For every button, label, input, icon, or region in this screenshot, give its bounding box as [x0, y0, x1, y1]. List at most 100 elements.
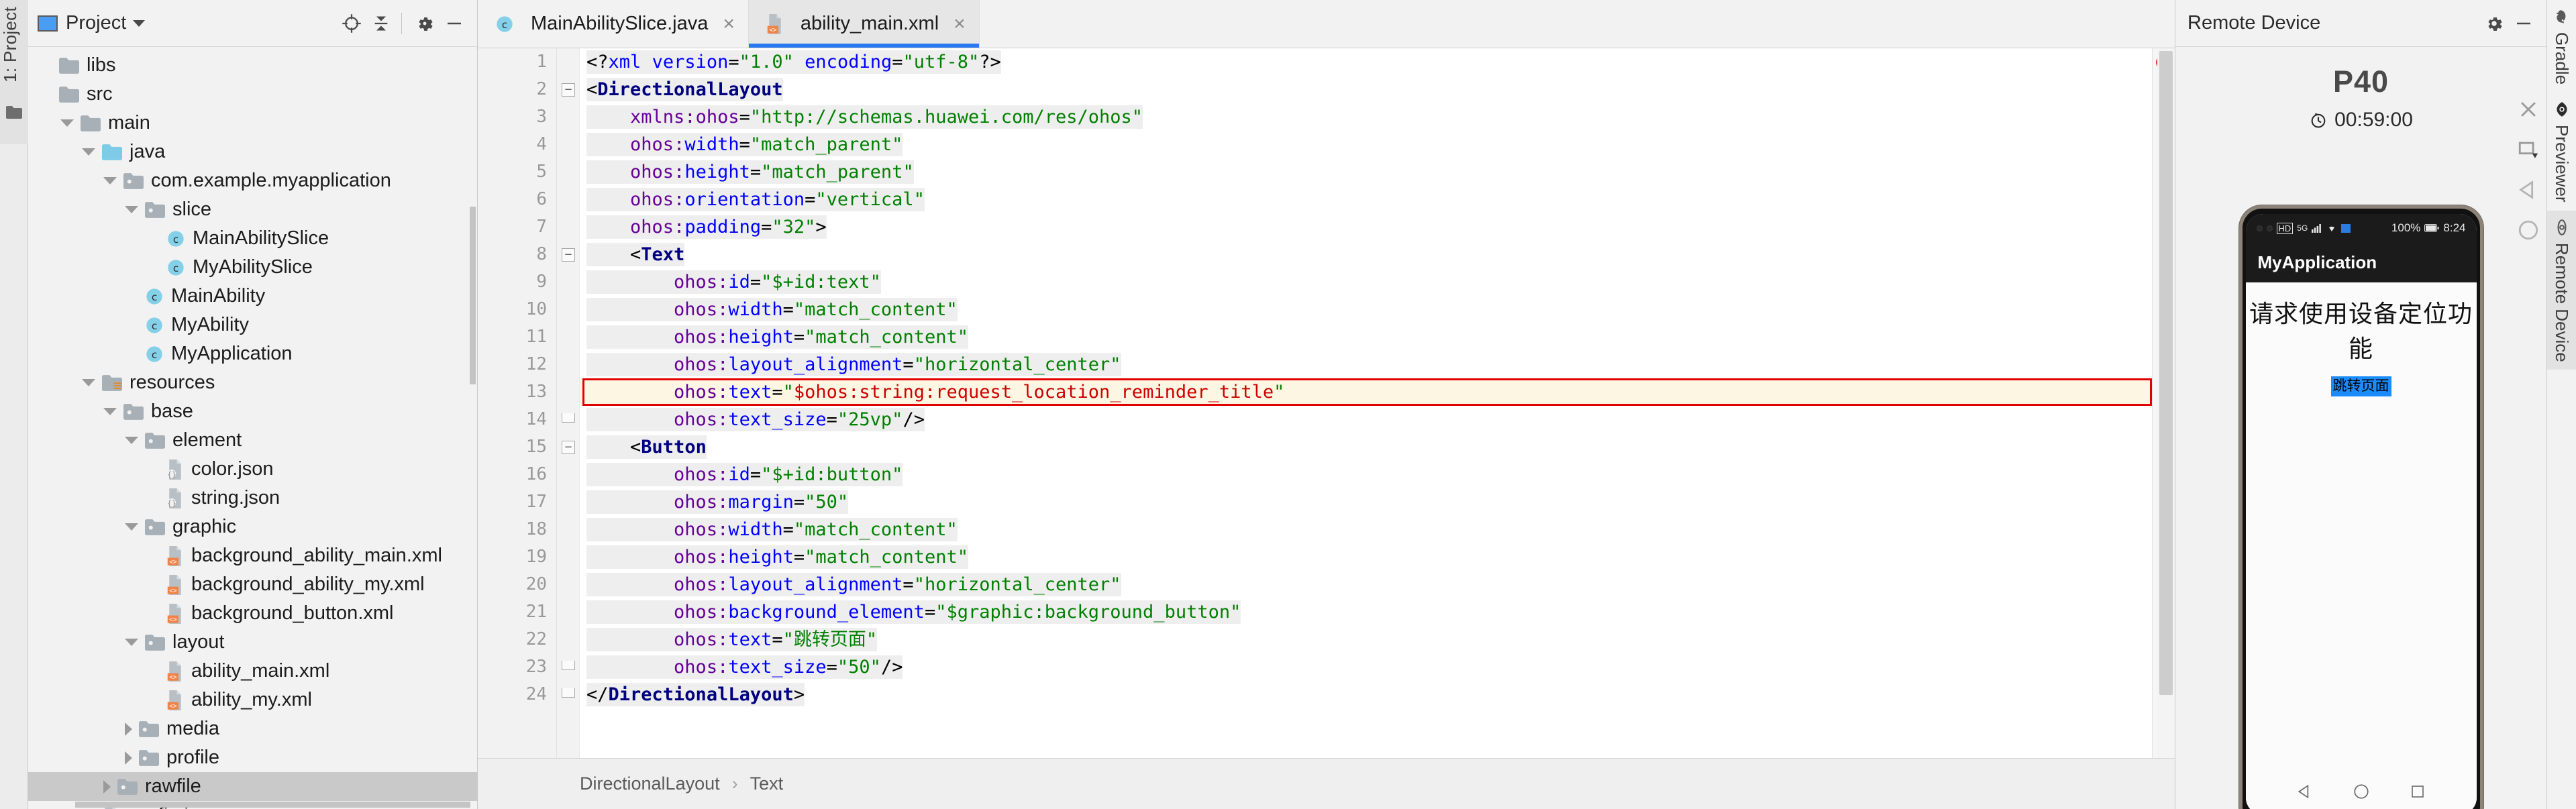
tree-item-mainability[interactable]: c MainAbility: [28, 282, 477, 311]
tree-item-slice[interactable]: slice: [28, 195, 477, 224]
phone-mockup[interactable]: HD 5G 100% 8:24 MyApplication 请求使用设备定位功能…: [2238, 205, 2483, 809]
code-line[interactable]: ohos:layout_alignment="horizontal_center…: [580, 351, 2152, 378]
tree-item-java[interactable]: java: [28, 138, 477, 166]
close-icon[interactable]: ×: [723, 13, 735, 34]
chevron-down-icon[interactable]: [133, 19, 146, 27]
tree-item-background-ability-my-xml[interactable]: <> background_ability_my.xml: [28, 570, 477, 599]
close-icon[interactable]: ×: [954, 13, 966, 34]
remote-device-hide-button[interactable]: [2510, 10, 2537, 37]
tree-item-color-json[interactable]: {} color.json: [28, 455, 477, 484]
code-line[interactable]: xmlns:ohos="http://schemas.huawei.com/re…: [580, 103, 2152, 131]
code-line[interactable]: ohos:text="$ohos:string:request_location…: [580, 378, 2152, 406]
tree-item-element[interactable]: element: [28, 426, 477, 455]
home-icon[interactable]: [2517, 219, 2540, 241]
home-circle-icon[interactable]: [2353, 783, 2370, 800]
code-line[interactable]: <Button: [580, 433, 2152, 461]
code-line[interactable]: ohos:id="$+id:button": [580, 461, 2152, 488]
tree-item-ability-my-xml[interactable]: <> ability_my.xml: [28, 686, 477, 714]
code-line[interactable]: ohos:layout_alignment="horizontal_center…: [580, 571, 2152, 598]
right-strip-tab-remote-device[interactable]: Remote Device: [2546, 210, 2576, 370]
code-folding-gutter[interactable]: − − −: [557, 48, 580, 758]
right-strip-tab-previewer[interactable]: Previewer: [2547, 93, 2576, 211]
code-line[interactable]: ohos:width="match_content": [580, 516, 2152, 543]
tree-item-src[interactable]: src: [28, 80, 477, 109]
chevron-down-icon[interactable]: [103, 408, 117, 415]
breadcrumb-item[interactable]: Text: [750, 773, 784, 794]
code-line[interactable]: ohos:height="match_content": [580, 543, 2152, 571]
fold-end-handle[interactable]: [562, 413, 575, 423]
project-tree[interactable]: libs src main java com.example.myapplication…: [28, 47, 477, 809]
recents-square-icon[interactable]: [2410, 784, 2426, 800]
tree-item-com-example-myapplication[interactable]: com.example.myapplication: [28, 166, 477, 195]
back-icon[interactable]: [2517, 178, 2540, 201]
tree-item-media[interactable]: media: [28, 714, 477, 743]
tree-item-myapplication[interactable]: c MyApplication: [28, 339, 477, 368]
tree-item-background-button-xml[interactable]: <> background_button.xml: [28, 599, 477, 628]
tree-item-ability-main-xml[interactable]: <> ability_main.xml: [28, 657, 477, 686]
code-line[interactable]: ohos:margin="50": [580, 488, 2152, 516]
chevron-right-icon[interactable]: [125, 722, 132, 736]
tree-item-libs[interactable]: libs: [28, 51, 477, 80]
fold-end-handle[interactable]: [562, 661, 575, 670]
fold-end-handle[interactable]: [562, 688, 575, 698]
editor-vertical-scrollbar[interactable]: [2157, 48, 2175, 758]
code-line[interactable]: ohos:text_size="25vp"/>: [580, 406, 2152, 433]
code-line[interactable]: <Text: [580, 241, 2152, 268]
tree-item-mainabilityslice[interactable]: c MainAbilitySlice: [28, 224, 477, 253]
panel-settings-button[interactable]: [411, 10, 438, 37]
code-line[interactable]: ohos:background_element="$graphic:backgr…: [580, 598, 2152, 626]
code-line[interactable]: </DirectionalLayout>: [580, 681, 2152, 708]
tree-item-base[interactable]: base: [28, 397, 477, 426]
fold-collapse-handle[interactable]: −: [562, 83, 575, 97]
editor-scroll-thumb[interactable]: [2159, 51, 2173, 695]
breadcrumb-item[interactable]: DirectionalLayout: [580, 773, 720, 794]
fold-collapse-handle[interactable]: −: [562, 441, 575, 454]
fold-collapse-handle[interactable]: −: [562, 248, 575, 262]
tree-item-rawfile[interactable]: rawfile: [28, 772, 477, 801]
code-line[interactable]: ohos:text="跳转页面": [580, 626, 2152, 653]
back-triangle-icon[interactable]: [2296, 783, 2314, 800]
chevron-down-icon[interactable]: [82, 148, 95, 156]
tree-item-resources[interactable]: resources: [28, 368, 477, 397]
editor-tab-ability-main-xml[interactable]: <> ability_main.xml ×: [748, 0, 980, 48]
code-text-area[interactable]: <?xml version="1.0" encoding="utf-8"?> <D…: [580, 48, 2152, 758]
chevron-down-icon[interactable]: [60, 119, 74, 127]
resize-icon[interactable]: [2517, 138, 2540, 161]
chevron-down-icon[interactable]: [103, 177, 117, 184]
remote-device-settings-button[interactable]: [2481, 10, 2508, 37]
chevron-down-icon[interactable]: [125, 437, 138, 444]
chevron-right-icon[interactable]: [103, 779, 111, 794]
tree-item-myabilityslice[interactable]: c MyAbilitySlice: [28, 253, 477, 282]
code-line[interactable]: ohos:orientation="vertical": [580, 186, 2152, 213]
tree-item-graphic[interactable]: graphic: [28, 513, 477, 541]
tree-item-profile[interactable]: profile: [28, 743, 477, 772]
code-line[interactable]: ohos:height="match_content": [580, 323, 2152, 351]
chevron-right-icon[interactable]: [125, 751, 132, 765]
editor-tab-mainabilityslice-java[interactable]: c MainAbilitySlice.java ×: [478, 0, 749, 48]
chevron-down-icon[interactable]: [125, 639, 138, 646]
tree-horizontal-scrollbar[interactable]: [75, 802, 470, 808]
locate-file-button[interactable]: [338, 10, 365, 37]
hide-panel-button[interactable]: [441, 10, 468, 37]
sidebar-tab-project[interactable]: 1: Project: [0, 7, 28, 92]
tree-item-layout[interactable]: layout: [28, 628, 477, 657]
tree-item-background-ability-main-xml[interactable]: <> background_ability_main.xml: [28, 541, 477, 570]
chevron-down-icon[interactable]: [82, 379, 95, 386]
code-editor[interactable]: 1 2 3 4 5 6 7 8 9 10 11 12 13 14 15 16 17 18 19 20 21 22 23 24 …: [478, 48, 2175, 758]
phone-screen[interactable]: HD 5G 100% 8:24 MyApplication 请求使用设备定位功能…: [2245, 214, 2477, 809]
code-line[interactable]: <?xml version="1.0" encoding="utf-8"?>: [580, 48, 2152, 76]
breadcrumb[interactable]: DirectionalLayout › Text: [478, 758, 2175, 809]
code-line[interactable]: ohos:id="$+id:text": [580, 268, 2152, 296]
code-line[interactable]: ohos:height="match_parent": [580, 158, 2152, 186]
phone-jump-button[interactable]: 跳转页面: [2330, 376, 2391, 397]
tree-vertical-scrollbar[interactable]: [470, 207, 476, 384]
close-icon[interactable]: [2517, 98, 2540, 121]
phone-power-button[interactable]: [2481, 430, 2483, 504]
collapse-all-button[interactable]: [368, 10, 395, 37]
chevron-down-icon[interactable]: [125, 206, 138, 213]
folder-icon[interactable]: [6, 106, 22, 119]
code-line[interactable]: ohos:width="match_parent": [580, 131, 2152, 158]
code-line[interactable]: ohos:text_size="50"/>: [580, 653, 2152, 681]
right-strip-tab-gradle[interactable]: Gradle: [2547, 0, 2576, 93]
chevron-down-icon[interactable]: [125, 523, 138, 531]
